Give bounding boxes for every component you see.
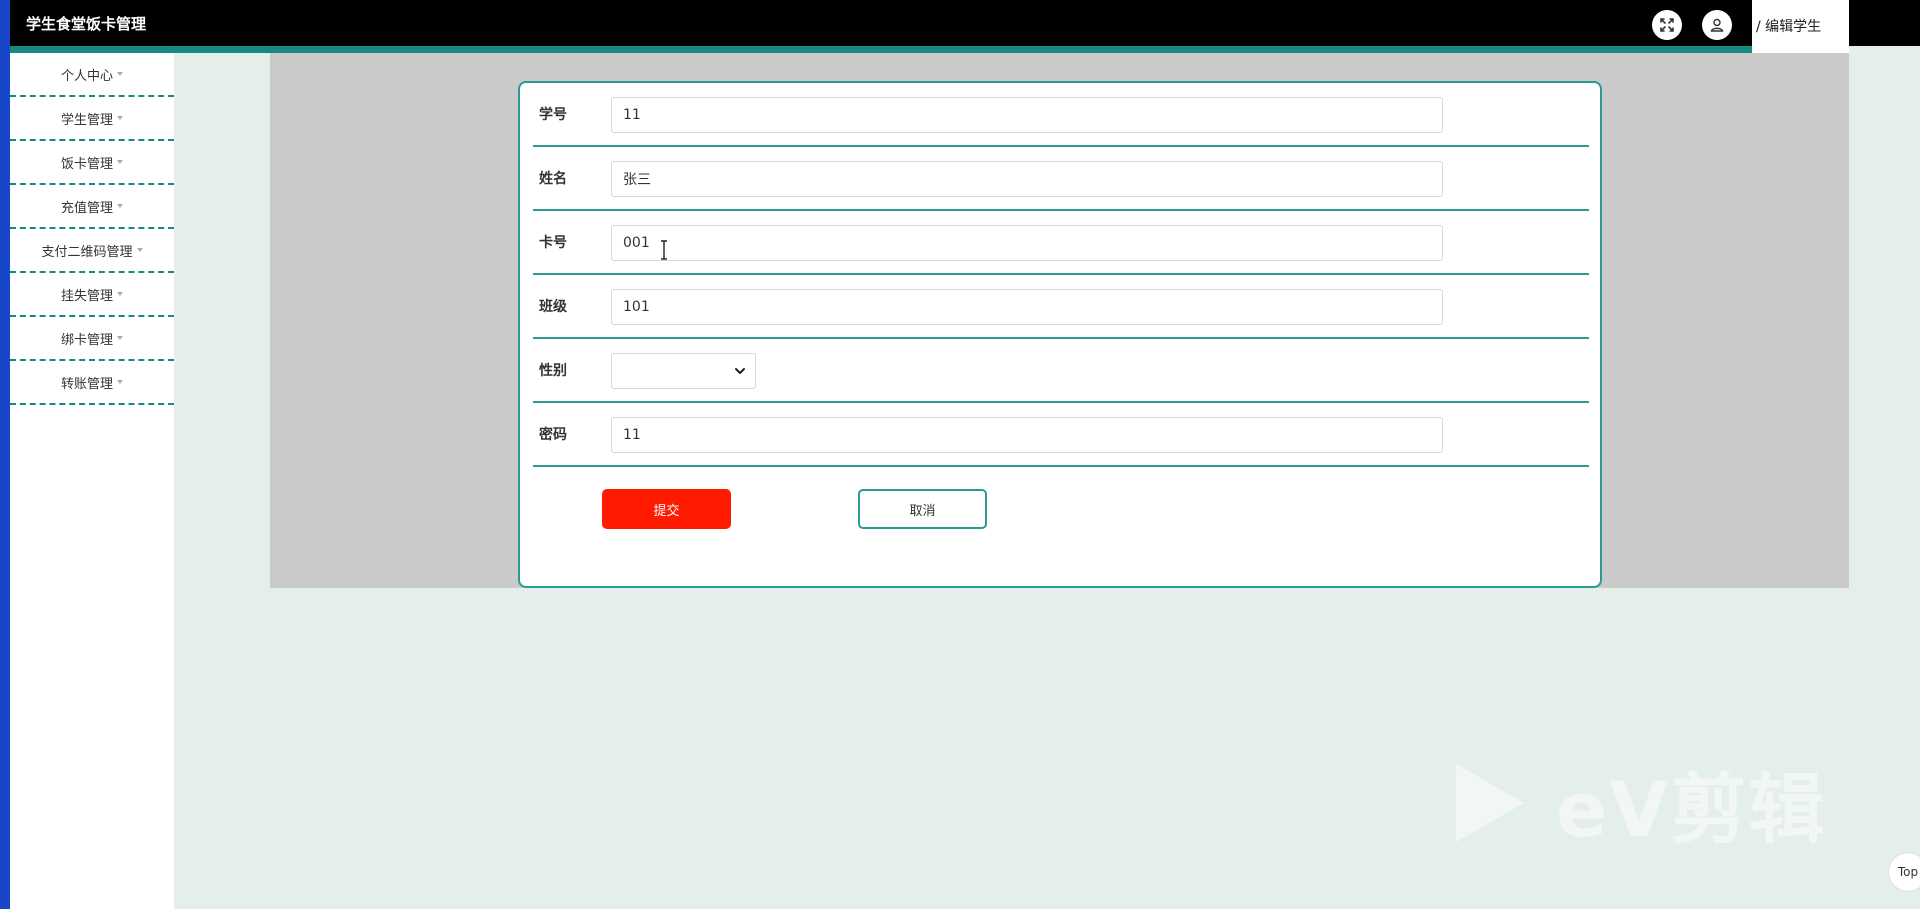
caret-down-icon	[136, 248, 143, 252]
caret-down-icon	[117, 292, 123, 296]
text-cursor-icon	[661, 240, 667, 260]
caret-down-icon	[117, 72, 123, 76]
sidebar-item-recharge-management[interactable]: 充值管理	[10, 185, 174, 229]
sidebar-item-label: 个人中心	[60, 68, 113, 84]
sidebar-item-student-management[interactable]: 学生管理	[10, 97, 174, 141]
form-row-name: 姓名	[533, 147, 1589, 211]
user-icon	[1710, 18, 1724, 32]
caret-down-icon	[117, 204, 123, 208]
form-row-password: 密码	[533, 403, 1589, 467]
sidebar-item-label: 转账管理	[60, 376, 113, 392]
chevron-down-icon	[735, 368, 745, 374]
sidebar-item-label: 饭卡管理	[60, 156, 113, 172]
student-id-label: 学号	[539, 107, 567, 123]
sidebar-item-label: 绑卡管理	[60, 332, 113, 348]
caret-down-icon	[117, 116, 123, 120]
sidebar-item-qr-code-management[interactable]: 支付二维码管理	[10, 229, 174, 273]
caret-down-icon	[117, 160, 123, 164]
form-row-gender: 性别	[533, 339, 1589, 403]
password-label: 密码	[539, 427, 567, 443]
breadcrumb: / 编辑学生	[1752, 0, 1849, 53]
sidebar-item-transfer-management[interactable]: 转账管理	[10, 361, 174, 405]
password-input[interactable]	[611, 417, 1443, 453]
submit-button[interactable]: 提交	[602, 489, 731, 529]
name-input[interactable]	[611, 161, 1443, 197]
watermark-text: eV剪辑	[1556, 765, 1827, 854]
user-button[interactable]	[1702, 10, 1732, 40]
class-label: 班级	[539, 299, 567, 315]
sidebar-item-card-binding-management[interactable]: 绑卡管理	[10, 317, 174, 361]
card-number-label: 卡号	[539, 235, 567, 251]
ev-watermark: eV剪辑	[1452, 748, 1826, 858]
student-id-input[interactable]	[611, 97, 1443, 133]
cancel-button[interactable]: 取消	[858, 489, 987, 529]
name-label: 姓名	[539, 171, 567, 187]
caret-down-icon	[117, 336, 123, 340]
form-row-class: 班级	[533, 275, 1589, 339]
sidebar-item-meal-card-management[interactable]: 饭卡管理	[10, 141, 174, 185]
sidebar-item-label: 充值管理	[60, 200, 113, 216]
form-row-card-number: 卡号	[533, 211, 1589, 275]
play-logo-icon	[1456, 764, 1524, 842]
top-bar: 学生食堂饭卡管理	[0, 0, 1920, 46]
fullscreen-icon	[1660, 18, 1674, 32]
scroll-top-button[interactable]: Top	[1888, 852, 1920, 892]
sidebar-item-loss-report-management[interactable]: 挂失管理	[10, 273, 174, 317]
gender-label: 性别	[539, 363, 567, 379]
left-edge-strip	[0, 0, 10, 909]
top-bar-accent	[0, 46, 1849, 53]
sidebar-item-label: 学生管理	[60, 112, 113, 128]
caret-down-icon	[117, 380, 123, 384]
sidebar-item-label: 挂失管理	[60, 288, 113, 304]
sidebar-item-personal-center[interactable]: 个人中心	[10, 53, 174, 97]
fullscreen-button[interactable]	[1652, 10, 1682, 40]
card-number-input[interactable]	[611, 225, 1443, 261]
app-title: 学生食堂饭卡管理	[26, 15, 147, 33]
sidebar: 个人中心 学生管理 饭卡管理 充值管理 支付二维码管理 挂失管理 绑卡管理 转账…	[10, 53, 174, 909]
edit-student-form: 学号 姓名 卡号 班级 性别 密码 提交 取消	[518, 81, 1602, 588]
sidebar-item-label: 支付二维码管理	[41, 244, 133, 260]
gender-select[interactable]	[611, 353, 756, 389]
class-input[interactable]	[611, 289, 1443, 325]
form-row-student-id: 学号	[533, 83, 1589, 147]
